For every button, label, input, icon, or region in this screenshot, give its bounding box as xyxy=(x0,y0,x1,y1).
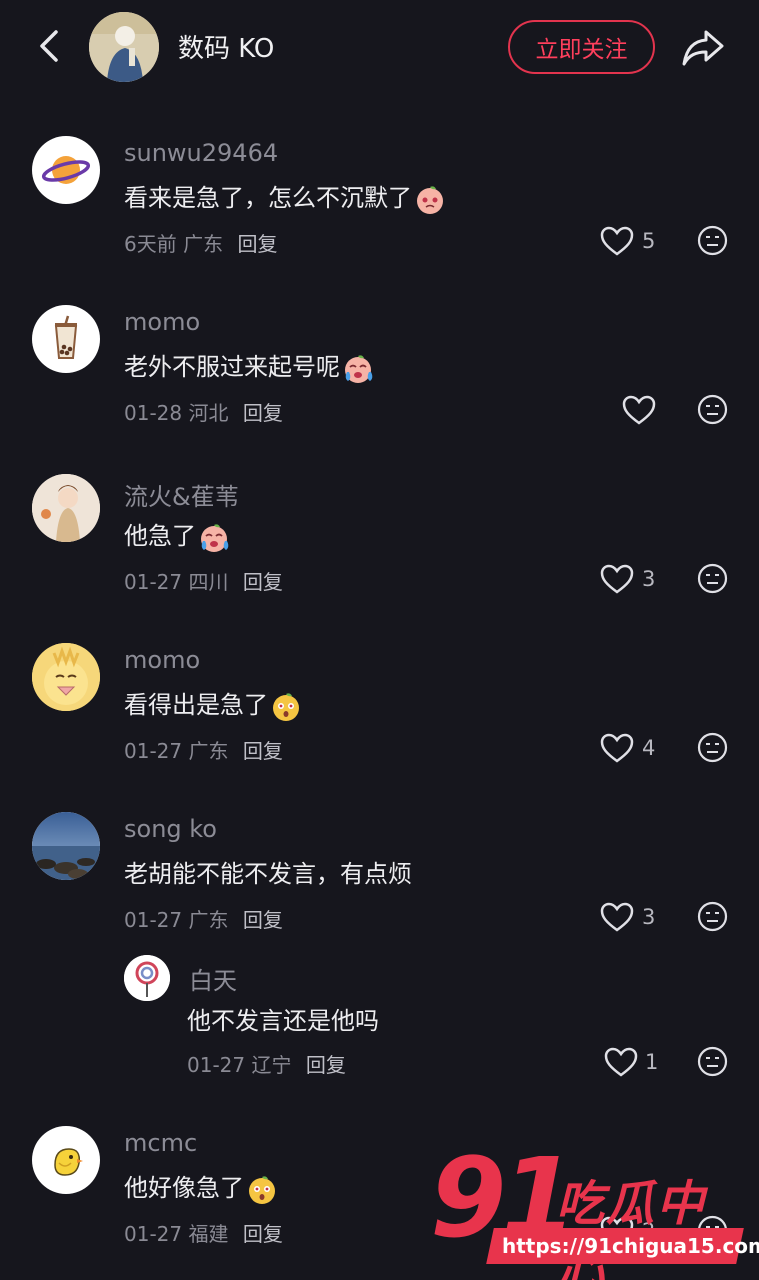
neutral-face-icon[interactable] xyxy=(697,732,728,763)
commenter-name[interactable]: sunwu29464 xyxy=(124,139,278,167)
comment-date: 01-28 xyxy=(124,401,183,425)
comment-region: 广东 xyxy=(183,232,224,256)
comment-body: 他急了 xyxy=(124,522,196,550)
comment-date: 01-27 xyxy=(124,739,183,763)
heart-icon[interactable] xyxy=(604,1047,638,1077)
comment-meta: 01-27 广东 回复 xyxy=(124,735,283,764)
like-count: 4 xyxy=(642,736,656,760)
planet-avatar[interactable] xyxy=(32,136,100,204)
reply-button[interactable]: 回复 xyxy=(243,739,283,763)
shocked-emoji-icon xyxy=(273,693,299,721)
heart-icon[interactable] xyxy=(600,226,634,256)
chevron-left-icon[interactable] xyxy=(30,26,70,66)
seascape-avatar[interactable] xyxy=(32,812,100,880)
site-watermark: 91 吃瓜中心 https://91chigua15.com xyxy=(428,1134,759,1280)
commenter-name[interactable]: momo xyxy=(124,646,200,674)
comment-text: 看得出是急了 xyxy=(124,685,302,722)
comment-region: 河北 xyxy=(188,401,229,425)
share-arrow-icon[interactable] xyxy=(680,24,726,70)
comment-body: 他好像急了 xyxy=(124,1174,244,1202)
reply-button[interactable]: 回复 xyxy=(237,232,277,256)
commenter-name[interactable]: mcmc xyxy=(124,1129,197,1157)
comment-meta: 01-27 四川 回复 xyxy=(124,566,283,595)
heart-icon[interactable] xyxy=(600,564,634,594)
commenter-name[interactable]: 流火&萑苇 xyxy=(124,477,239,512)
shocked-emoji-icon xyxy=(249,1176,275,1204)
watermark-url: https://91chigua15.com xyxy=(486,1228,759,1264)
reply-date: 01-27 xyxy=(187,1053,246,1077)
neutral-face-icon[interactable] xyxy=(697,563,728,594)
reply-meta: 01-27 辽宁 回复 xyxy=(187,1049,346,1078)
reply-button[interactable]: 回复 xyxy=(306,1053,346,1077)
chick-avatar[interactable] xyxy=(32,1126,100,1194)
follow-button[interactable]: 立即关注 xyxy=(508,20,655,74)
reply-button[interactable]: 回复 xyxy=(243,1222,283,1246)
comment-text: 他好像急了 xyxy=(124,1168,278,1205)
comment-region: 福建 xyxy=(188,1222,229,1246)
watermark-url-text: https://91chigua15.com xyxy=(502,1234,759,1258)
comment-date: 01-27 xyxy=(124,908,183,932)
comment-body: 看来是急了，怎么不沉默了 xyxy=(124,184,412,212)
like-count: 3 xyxy=(642,567,656,591)
reply-button[interactable]: 回复 xyxy=(243,401,283,425)
crying-peach-emoji-icon xyxy=(201,524,229,552)
lollipop-avatar[interactable] xyxy=(124,955,170,1001)
like-count: 5 xyxy=(642,229,656,253)
heart-icon[interactable] xyxy=(600,733,634,763)
bubble-tea-avatar[interactable] xyxy=(32,305,100,373)
neutral-face-icon[interactable] xyxy=(697,901,728,932)
comment-meta: 01-28 河北 回复 xyxy=(124,397,283,426)
comment-text: 老外不服过来起号呢 xyxy=(124,347,374,384)
reply-commenter-name[interactable]: 白天 xyxy=(189,961,237,996)
like-count: 3 xyxy=(642,905,656,929)
girl-avatar[interactable] xyxy=(32,474,100,542)
comment-text: 看来是急了，怎么不沉默了 xyxy=(124,178,446,215)
reply-button[interactable]: 回复 xyxy=(243,908,283,932)
comment-meta: 01-27 福建 回复 xyxy=(124,1218,283,1247)
heart-icon[interactable] xyxy=(622,395,656,425)
reply-text: 他不发言还是他吗 xyxy=(187,1007,379,1035)
heart-icon[interactable] xyxy=(600,902,634,932)
commenter-name[interactable]: song ko xyxy=(124,815,217,843)
comment-text: 他急了 xyxy=(124,516,230,553)
author-name[interactable]: 数码 KO xyxy=(178,28,274,65)
comment-date: 01-27 xyxy=(124,1222,183,1246)
author-avatar[interactable] xyxy=(89,12,159,82)
yellow-chick-avatar[interactable] xyxy=(32,643,100,711)
top-bar: 数码 KO 立即关注 xyxy=(0,0,759,95)
comment-region: 广东 xyxy=(188,739,229,763)
reply-region: 辽宁 xyxy=(251,1053,292,1077)
neutral-face-icon[interactable] xyxy=(697,225,728,256)
comment-body: 老外不服过来起号呢 xyxy=(124,353,340,381)
comment-date: 01-27 xyxy=(124,570,183,594)
comment-body: 看得出是急了 xyxy=(124,691,268,719)
neutral-face-icon[interactable] xyxy=(697,1046,728,1077)
like-count: 1 xyxy=(645,1050,659,1074)
comment-text: 老胡能不能不发言，有点烦 xyxy=(124,854,412,889)
comment-meta: 01-27 广东 回复 xyxy=(124,904,283,933)
reply-button[interactable]: 回复 xyxy=(243,570,283,594)
comment-meta: 6天前 广东 回复 xyxy=(124,228,277,257)
peach-emoji-icon xyxy=(417,186,443,214)
crying-peach-emoji-icon xyxy=(345,355,373,383)
comment-date: 6天前 xyxy=(124,232,177,256)
commenter-name[interactable]: momo xyxy=(124,308,200,336)
comment-region: 四川 xyxy=(188,570,229,594)
neutral-face-icon[interactable] xyxy=(697,394,728,425)
comment-region: 广东 xyxy=(188,908,229,932)
comment-body: 老胡能不能不发言，有点烦 xyxy=(124,860,412,888)
